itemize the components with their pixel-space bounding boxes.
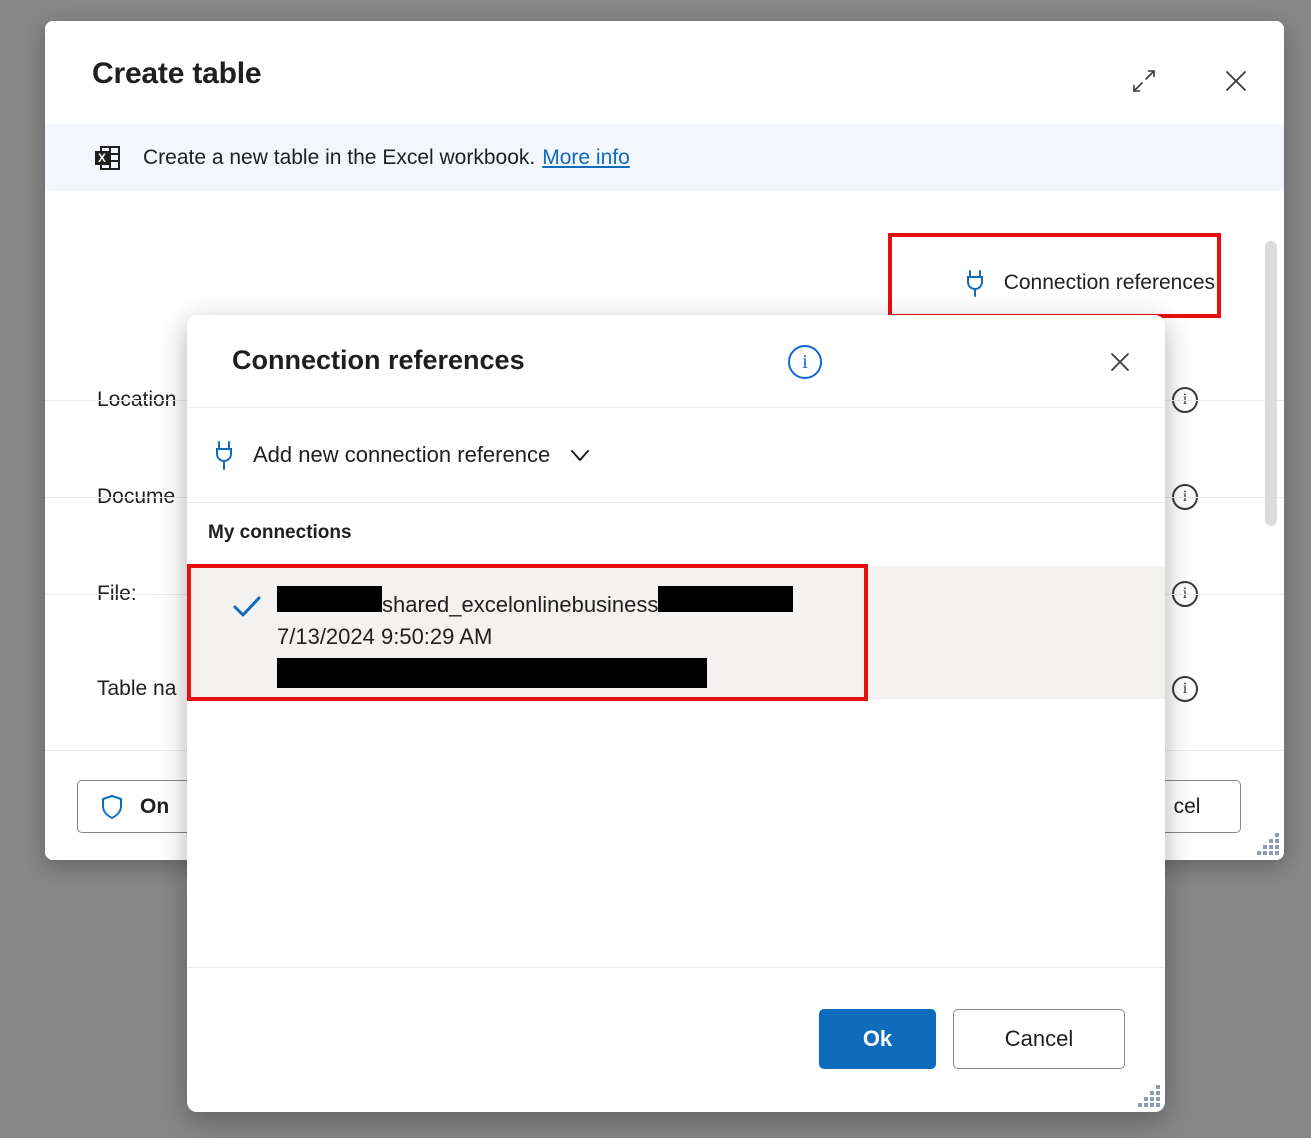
add-new-connection-reference-label: Add new connection reference [253,442,551,467]
close-icon[interactable] [1216,61,1256,101]
ok-button[interactable]: Ok [819,1009,936,1069]
cancel-button[interactable]: Cancel [953,1009,1125,1069]
scrollbar-track[interactable] [1264,239,1278,799]
connection-references-header: Connection references i [187,315,1165,408]
close-icon[interactable] [1099,341,1141,383]
checkmark-icon [231,592,263,622]
plug-icon [211,439,237,471]
add-new-connection-reference-button[interactable]: Add new connection reference [187,408,1165,503]
connection-references-title: Connection references [232,345,525,375]
connection-owner [277,658,707,688]
field-label: Table na [97,676,177,700]
connection-references-button[interactable]: Connection references [948,259,1229,307]
banner-text: Create a new table in the Excel workbook… [143,145,536,169]
chevron-down-icon[interactable] [566,441,594,469]
svg-text:X: X [98,151,106,165]
connection-timestamp: 7/13/2024 9:50:29 AM [277,624,493,649]
shield-icon [100,794,124,820]
connection-name: shared_excelonlinebusiness [277,586,794,618]
footer-divider [187,967,1165,968]
connection-list-item[interactable]: shared_excelonlinebusiness 7/13/2024 9:5… [187,566,1165,699]
create-table-titlebar: Create table [45,21,1284,124]
cancel-button-label: Cancel [1004,1026,1074,1051]
scrollbar-thumb[interactable] [1265,241,1277,526]
redacted-name-prefix [277,586,382,612]
info-banner: X Create a new table in the Excel workbo… [45,124,1284,191]
online-button-label: On [140,794,170,818]
expand-diagonal-icon[interactable] [1124,61,1164,101]
redacted-owner [277,658,707,688]
connection-name-visible: shared_excelonlinebusiness [382,592,659,617]
page-title: Create table [92,57,262,90]
info-circle-icon[interactable]: i [1172,675,1198,702]
connection-references-dialog: Connection references i Add new connecti… [187,315,1165,1112]
more-info-link[interactable]: More info [542,146,630,170]
plug-icon [962,268,988,298]
my-connections-section-label: My connections [208,522,352,543]
connection-references-button-label: Connection references [1003,271,1215,294]
ok-button-label: Ok [862,1026,893,1051]
excel-file-icon: X [92,142,124,174]
info-circle-icon[interactable]: i [788,345,822,379]
redacted-name-suffix [658,586,794,612]
resize-grip[interactable] [1138,1085,1160,1107]
create-table-cancel-label: cel [1173,794,1201,818]
